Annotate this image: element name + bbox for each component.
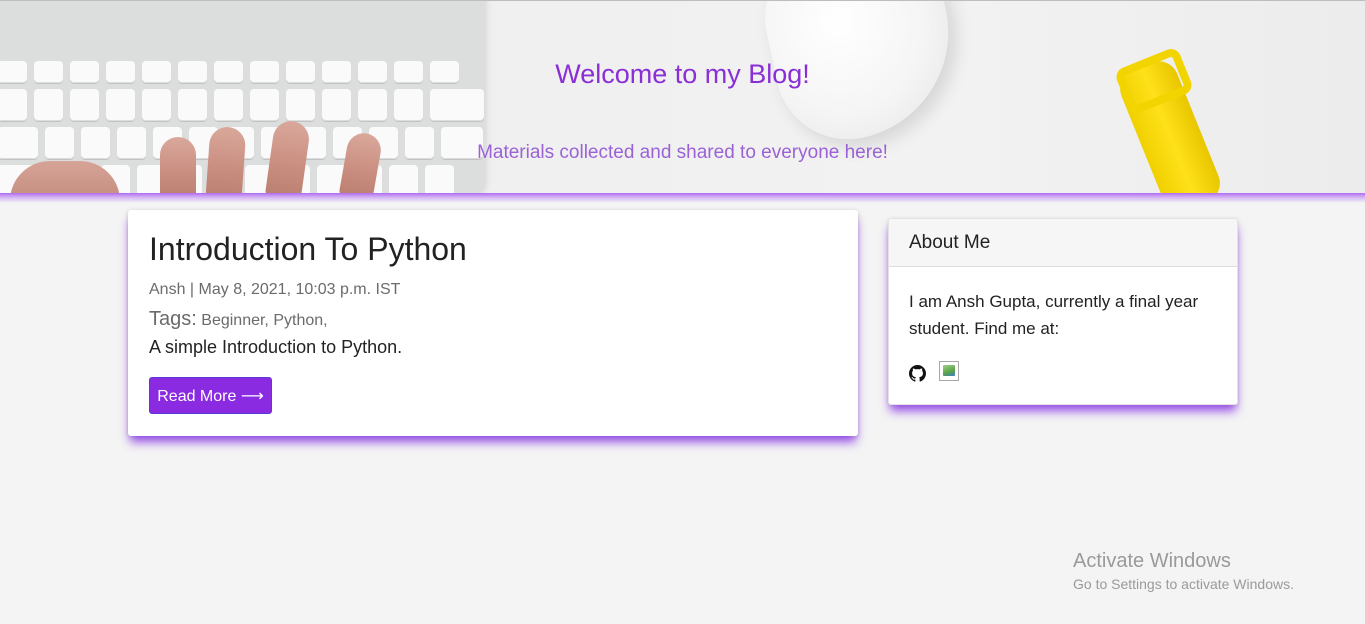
post-card: Introduction To Python Ansh | May 8, 202… [128, 210, 858, 436]
post-meta: Ansh | May 8, 2021, 10:03 p.m. IST [149, 281, 401, 298]
post-tags: Tags: Beginner, Python, [149, 308, 837, 331]
site-subtitle: Materials collected and shared to everyo… [477, 142, 888, 163]
watermark-subtitle: Go to Settings to activate Windows. [1073, 576, 1294, 592]
github-icon[interactable] [909, 363, 926, 382]
about-heading: About Me [889, 219, 1237, 267]
tag-beginner[interactable]: Beginner, [201, 312, 269, 329]
post-title: Introduction To Python [149, 231, 467, 267]
about-card: About Me I am Ansh Gupta, currently a fi… [888, 218, 1238, 405]
broken-image-icon[interactable] [939, 361, 959, 381]
site-title: Welcome to my Blog! [555, 59, 810, 89]
watermark-title: Activate Windows [1073, 550, 1231, 572]
post-excerpt: A simple Introduction to Python. [149, 337, 403, 357]
read-more-button[interactable]: Read More ⟶ [149, 377, 272, 414]
about-body: I am Ansh Gupta, currently a final year … [889, 267, 1237, 402]
header-divider [0, 193, 1365, 203]
tags-label: Tags: [149, 308, 197, 330]
windows-activation-watermark: Activate Windows Go to Settings to activ… [1073, 550, 1294, 592]
tag-python[interactable]: Python, [273, 312, 327, 329]
social-links [909, 361, 1217, 382]
hero-header: Welcome to my Blog! Materials collected … [0, 0, 1365, 193]
about-text: I am Ansh Gupta, currently a final year … [909, 292, 1199, 338]
